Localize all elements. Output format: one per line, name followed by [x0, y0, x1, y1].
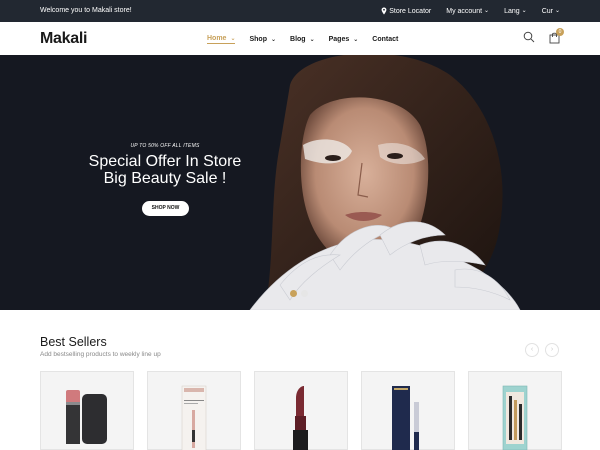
section-title: Best Sellers	[40, 335, 107, 349]
store-locator-label: Store Locator	[389, 7, 432, 15]
mascara-box-icon	[392, 386, 419, 450]
slider-dots	[290, 290, 308, 297]
nav-label: Home	[207, 35, 227, 42]
hero-title: Special Offer In Store Big Beauty Sale !	[0, 153, 330, 187]
nav-label: Shop	[249, 36, 267, 43]
carousel-prev-button[interactable]: ‹	[525, 343, 539, 357]
my-account-dropdown[interactable]: My account ⌄	[446, 8, 489, 15]
chevron-down-icon: ⌄	[353, 37, 359, 43]
language-dropdown[interactable]: Lang ⌄	[504, 8, 527, 15]
store-locator-link[interactable]: Store Locator	[381, 7, 431, 15]
top-bar-links: Store Locator My account ⌄ Lang ⌄ Cur ⌄	[381, 7, 560, 15]
map-pin-icon	[381, 7, 387, 15]
hero-title-line-2: Big Beauty Sale !	[103, 170, 227, 187]
nav-item-blog[interactable]: Blog ⌄	[290, 35, 315, 44]
nav-item-shop[interactable]: Shop ⌄	[249, 35, 276, 44]
carousel-next-button[interactable]: ›	[545, 343, 559, 357]
product-card[interactable]	[40, 371, 134, 450]
nav-item-pages[interactable]: Pages ⌄	[329, 35, 359, 44]
product-card[interactable]	[361, 371, 455, 450]
chevron-down-icon: ⌄	[270, 37, 277, 43]
product-card[interactable]	[468, 371, 562, 450]
cart-count-badge: 0	[556, 28, 564, 36]
chevron-down-icon: ⌄	[521, 7, 527, 14]
main-header: Makali Home ⌄ Shop ⌄ Blog ⌄ Pages ⌄ Cont…	[0, 22, 600, 55]
nav-item-home[interactable]: Home ⌄	[207, 35, 236, 44]
nav-label: Blog	[290, 36, 306, 43]
slider-dot-2[interactable]	[301, 290, 308, 297]
currency-dropdown[interactable]: Cur ⌄	[542, 8, 560, 15]
hero-title-line-1: Special Offer In Store	[88, 153, 242, 170]
welcome-text: Welcome you to Makali store!	[40, 7, 132, 14]
top-bar: Welcome you to Makali store! Store Locat…	[0, 0, 600, 22]
main-nav: Home ⌄ Shop ⌄ Blog ⌄ Pages ⌄ Contact	[207, 35, 398, 44]
chevron-down-icon: ⌄	[554, 7, 560, 14]
hero-tagline: UP TO 50% OFF ALL ITEMS	[130, 143, 200, 149]
slider-dot-1[interactable]	[290, 290, 297, 297]
nav-item-contact[interactable]: Contact	[372, 35, 398, 44]
lipstick-icon	[293, 386, 308, 450]
blush-stick-with-puff-icon	[66, 390, 107, 444]
product-card[interactable]	[147, 371, 241, 450]
chevron-down-icon: ⌄	[484, 7, 490, 14]
product-card[interactable]	[254, 371, 348, 450]
search-icon[interactable]	[523, 31, 535, 43]
nav-label: Pages	[328, 36, 350, 43]
my-account-label: My account	[446, 7, 483, 15]
nav-label: Contact	[372, 36, 399, 43]
chevron-down-icon: ⌄	[230, 36, 236, 42]
hero-slider: UP TO 50% OFF ALL ITEMS Special Offer In…	[0, 55, 600, 310]
shop-now-button[interactable]: SHOP NOW	[142, 201, 189, 216]
eyeliner-box-icon	[181, 385, 207, 450]
product-carousel	[40, 371, 562, 450]
section-subtitle: Add bestselling products to weekly line …	[40, 351, 161, 358]
cosmetic-set-box-icon	[502, 385, 528, 450]
currency-label: Cur	[541, 7, 553, 15]
language-label: Lang	[504, 7, 520, 15]
chevron-down-icon: ⌄	[309, 37, 315, 43]
site-logo[interactable]: Makali	[40, 30, 87, 48]
